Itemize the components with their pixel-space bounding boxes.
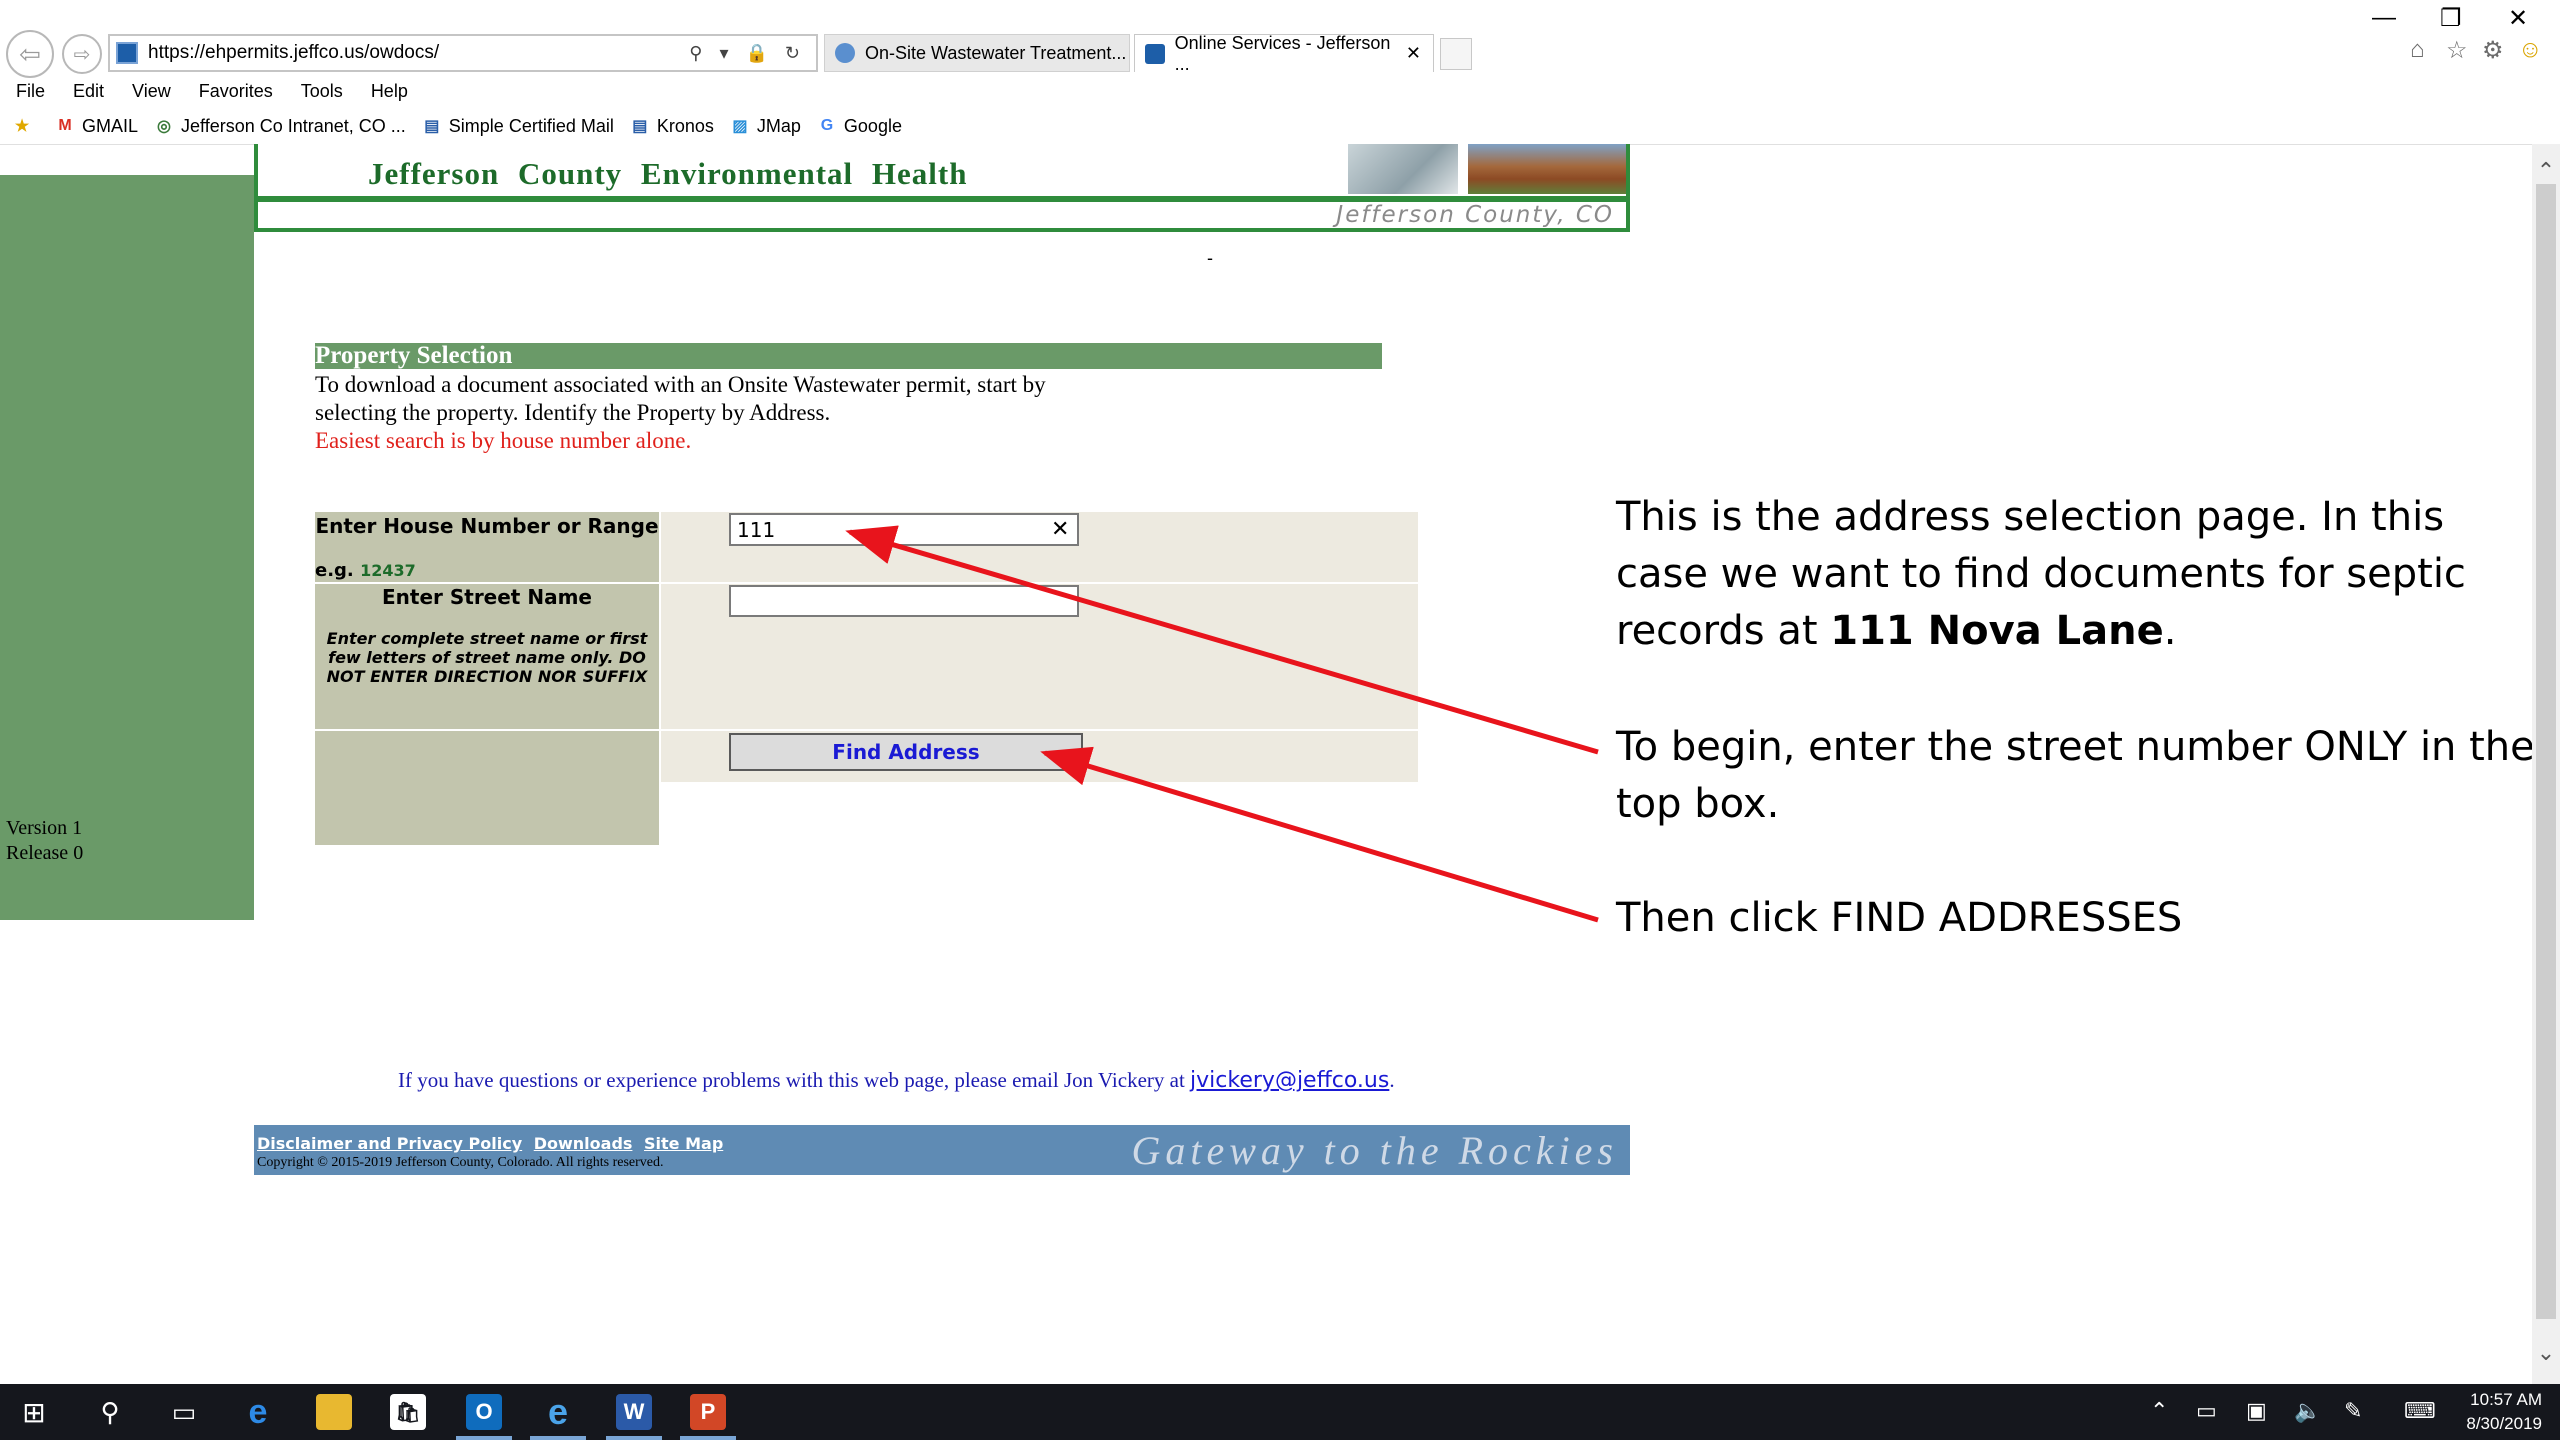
keyboard-icon[interactable]: ⌨ <box>2404 1398 2436 1424</box>
annotation-note-enter-number: To begin, enter the street number ONLY i… <box>1616 724 2535 827</box>
site-footer: Disclaimer and Privacy Policy Downloads … <box>254 1125 1630 1175</box>
volume-icon[interactable]: 🔈 <box>2294 1398 2321 1424</box>
annotation-note-address-page: This is the address selection page. In t… <box>1616 494 2466 654</box>
scroll-thumb[interactable] <box>2536 184 2556 1319</box>
contact-email-link[interactable]: jvickery@jeffco.us <box>1190 1068 1389 1093</box>
internet-explorer-icon[interactable]: e <box>540 1391 576 1432</box>
footer-copyright: Copyright © 2015-2019 Jefferson County, … <box>257 1155 664 1170</box>
system-clock[interactable]: 10:57 AM 8/30/2019 <box>2466 1388 2542 1436</box>
arrow-to-house-input <box>845 525 1599 755</box>
outlook-icon[interactable]: O <box>466 1394 502 1430</box>
footer-slogan: Gateway to the Rockies <box>1131 1128 1618 1173</box>
network-icon[interactable]: ▣ <box>2246 1398 2267 1424</box>
file-explorer-icon[interactable] <box>316 1394 352 1430</box>
arrow-to-find-button <box>1040 746 1599 923</box>
battery-icon[interactable]: ▭ <box>2196 1398 2217 1424</box>
annotation-note-click-find: Then click FIND ADDRESSES <box>1616 895 2183 941</box>
powerpoint-running-indicator <box>680 1436 736 1440</box>
footer-link-downloads[interactable]: Downloads <box>534 1134 633 1153</box>
vertical-scrollbar[interactable]: ⌃ ⌄ <box>2532 144 2560 1384</box>
windows-start-icon[interactable]: ⊞ <box>14 1392 54 1432</box>
windows-taskbar: ⊞ ⚲ ▭ e 🛍 O e W P ⌃ ▭ ▣ 🔈 ✎ ⌨ 10:57 AM 8… <box>0 1384 2560 1440</box>
footer-link-sitemap[interactable]: Site Map <box>644 1134 723 1153</box>
scroll-down-icon[interactable]: ⌄ <box>2532 1340 2560 1366</box>
footer-link-disclaimer[interactable]: Disclaimer and Privacy Policy <box>257 1134 522 1153</box>
scroll-up-icon[interactable]: ⌃ <box>2532 158 2560 184</box>
ie-running-indicator <box>530 1436 586 1440</box>
pen-icon[interactable]: ✎ <box>2344 1398 2362 1424</box>
contact-line: If you have questions or experience prob… <box>398 1068 1395 1093</box>
word-running-indicator <box>606 1436 662 1440</box>
outlook-running-indicator <box>456 1436 512 1440</box>
store-icon[interactable]: 🛍 <box>390 1394 426 1430</box>
task-view-icon[interactable]: ▭ <box>164 1392 204 1432</box>
edge-browser-icon[interactable]: e <box>240 1393 276 1431</box>
search-icon[interactable]: ⚲ <box>90 1392 130 1432</box>
powerpoint-icon[interactable]: P <box>690 1394 726 1430</box>
word-icon[interactable]: W <box>616 1394 652 1430</box>
tray-chevron-up-icon[interactable]: ⌃ <box>2150 1398 2168 1424</box>
